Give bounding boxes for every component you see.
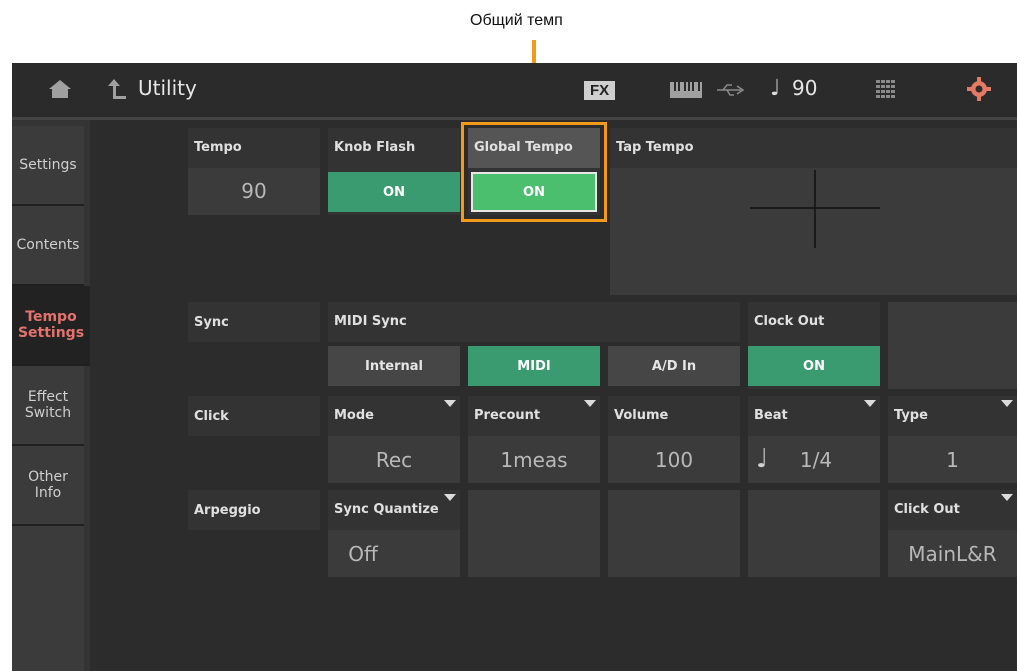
sync-label-cell: Sync xyxy=(188,302,320,342)
midi-sync-label: MIDI Sync xyxy=(328,302,740,342)
sync-ad-in-button[interactable]: A/D In xyxy=(608,346,740,386)
crosshair-icon xyxy=(750,170,880,248)
grid-icon[interactable] xyxy=(876,80,896,98)
sidebar-item-other-info[interactable]: Other Info xyxy=(12,446,84,526)
dropdown-arrow-icon xyxy=(444,400,456,407)
tempo-cell[interactable]: Tempo 90 xyxy=(188,128,320,215)
dropdown-arrow-icon xyxy=(864,400,876,407)
knob-flash-label: Knob Flash xyxy=(328,128,460,168)
sync-quantize-cell[interactable]: Sync Quantize Off xyxy=(328,490,460,577)
top-bar: Utility FX ♩ 90 xyxy=(12,63,1017,120)
callout-label: Общий темп xyxy=(470,12,563,29)
usb-icon xyxy=(715,82,745,98)
quarter-note-icon: ♩ xyxy=(756,444,769,474)
empty-cell xyxy=(748,490,880,577)
tap-tempo-label: Tap Tempo xyxy=(610,128,1017,168)
knob-flash-cell: Knob Flash ON xyxy=(328,128,460,215)
click-mode-value: Rec xyxy=(375,448,413,472)
empty-cell xyxy=(468,490,600,577)
header-tempo: 90 xyxy=(792,76,818,100)
back-icon[interactable] xyxy=(104,78,128,100)
sidebar: Settings Contents Tempo Settings Effect … xyxy=(12,120,90,671)
dropdown-arrow-icon xyxy=(1001,400,1013,407)
dropdown-arrow-icon xyxy=(1001,494,1013,501)
sync-quantize-label: Sync Quantize xyxy=(328,490,460,530)
sidebar-item-label: Other Info xyxy=(28,469,68,501)
sidebar-item-effect-switch[interactable]: Effect Switch xyxy=(12,366,84,446)
page-title: Utility xyxy=(138,76,197,100)
click-precount-cell[interactable]: Precount 1meas xyxy=(468,396,600,483)
knob-flash-button[interactable]: ON xyxy=(328,172,460,212)
tap-tempo-cell[interactable]: Tap Tempo xyxy=(610,128,1017,295)
click-label-cell: Click xyxy=(188,396,320,436)
sidebar-item-label: Contents xyxy=(16,237,80,253)
sync-internal-button[interactable]: Internal xyxy=(328,346,460,386)
sidebar-item-tempo-settings[interactable]: Tempo Settings xyxy=(12,286,90,366)
click-type-cell[interactable]: Type 1 xyxy=(888,396,1017,483)
click-beat-label: Beat xyxy=(748,396,880,436)
clock-out-button[interactable]: ON xyxy=(748,346,880,386)
sidebar-item-label: Effect Switch xyxy=(24,389,72,421)
click-precount-value: 1meas xyxy=(500,448,568,472)
click-out-cell[interactable]: Click Out MainL&R xyxy=(888,490,1017,577)
click-precount-label: Precount xyxy=(468,396,600,436)
sync-midi-button[interactable]: MIDI xyxy=(468,346,600,386)
sidebar-item-settings[interactable]: Settings xyxy=(12,126,84,206)
click-volume-label: Volume xyxy=(608,396,740,436)
callout: Общий темп xyxy=(0,0,1020,170)
click-out-label: Click Out xyxy=(888,490,1017,530)
click-out-value: MainL&R xyxy=(908,542,997,566)
empty-cell xyxy=(608,490,740,577)
click-volume-value: 100 xyxy=(654,448,694,472)
click-label: Click xyxy=(194,409,229,424)
main-panel: Tempo 90 Knob Flash ON Global Tempo ON T… xyxy=(90,120,1017,671)
clock-out-label: Clock Out xyxy=(748,302,880,342)
dropdown-arrow-icon xyxy=(444,494,456,501)
click-volume-cell[interactable]: Volume 100 xyxy=(608,396,740,483)
click-mode-label: Mode xyxy=(328,396,460,436)
arpeggio-label-cell: Arpeggio xyxy=(188,490,320,530)
click-type-label: Type xyxy=(888,396,1017,436)
clock-out-cell: Clock Out ON xyxy=(748,302,880,389)
keyboard-icon xyxy=(670,82,702,98)
global-tempo-highlight xyxy=(461,122,607,222)
device-screen: Utility FX ♩ 90 Settings Contents Tempo … xyxy=(12,63,1017,671)
click-beat-value: 1/4 xyxy=(799,448,833,472)
click-beat-cell[interactable]: Beat ♩ 1/4 xyxy=(748,396,880,483)
sidebar-empty xyxy=(12,526,84,671)
click-type-value: 1 xyxy=(946,448,959,472)
sync-quantize-value: Off xyxy=(348,542,378,566)
sidebar-item-contents[interactable]: Contents xyxy=(12,206,84,286)
click-mode-cell[interactable]: Mode Rec xyxy=(328,396,460,483)
sidebar-item-label: Settings xyxy=(19,157,77,173)
gear-icon[interactable] xyxy=(967,77,991,101)
note-icon: ♩ xyxy=(770,76,781,101)
tempo-value: 90 xyxy=(241,179,267,203)
empty-cell xyxy=(888,302,1017,389)
sidebar-item-label: Tempo Settings xyxy=(17,309,85,341)
home-icon[interactable] xyxy=(48,79,72,99)
fx-badge: FX xyxy=(584,81,616,100)
dropdown-arrow-icon xyxy=(584,400,596,407)
tempo-label: Tempo xyxy=(188,128,320,168)
sync-label: Sync xyxy=(194,315,229,330)
arpeggio-label: Arpeggio xyxy=(194,503,261,518)
